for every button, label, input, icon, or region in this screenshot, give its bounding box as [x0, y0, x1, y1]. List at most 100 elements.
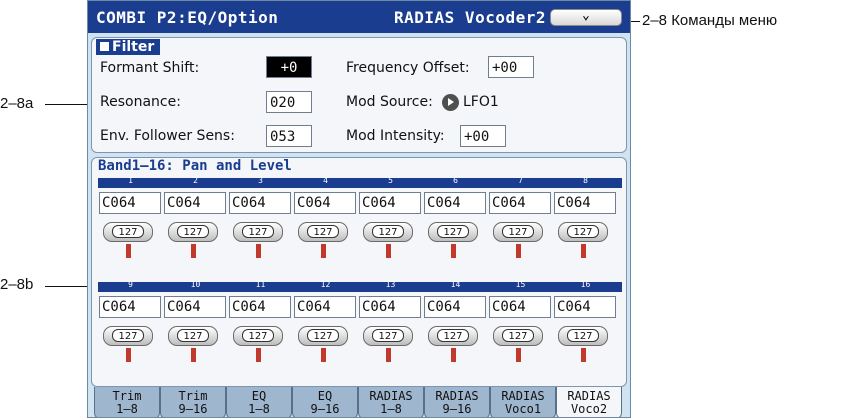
formant-shift-field[interactable]: +0	[266, 56, 312, 78]
band-level-meter	[126, 348, 131, 362]
band-number: 10	[190, 280, 201, 289]
program-name: RADIAS Vocoder2	[394, 8, 546, 27]
band-cell-4: C064 127	[293, 192, 358, 282]
band-level-value: 127	[437, 225, 469, 238]
resonance-label: Resonance:	[100, 94, 181, 110]
band-pan-field[interactable]: C064	[229, 296, 291, 318]
mod-source-popup-icon[interactable]	[442, 94, 459, 111]
band-level-value: 127	[112, 329, 144, 342]
band-cell-3: C064 127	[228, 192, 293, 282]
env-follower-field[interactable]: 053	[266, 125, 312, 147]
tab-trim-1-8[interactable]: Trim 1–8	[94, 387, 160, 417]
synth-screen: COMBI P2:EQ/Option RADIAS Vocoder2 ⌄ Fil…	[87, 0, 631, 418]
band-level-knob[interactable]: 127	[428, 222, 478, 242]
band-pan-field[interactable]: C064	[359, 192, 421, 214]
band-level-meter	[256, 244, 261, 258]
title-bar: COMBI P2:EQ/Option RADIAS Vocoder2 ⌄	[88, 1, 630, 33]
band-level-knob[interactable]: 127	[298, 222, 348, 242]
band-level-meter	[191, 348, 196, 362]
tab-radias-1-8[interactable]: RADIAS 1–8	[358, 387, 424, 417]
tab-radias-voco2[interactable]: RADIAS Voco2	[556, 387, 622, 417]
filter-panel: Filter Formant Shift: +0 Resonance: 020 …	[91, 37, 627, 153]
band-number: 7	[518, 176, 523, 185]
band-pan-field[interactable]: C064	[489, 192, 551, 214]
band-pan-field[interactable]: C064	[554, 296, 616, 318]
band-level-knob[interactable]: 127	[493, 222, 543, 242]
band-level-meter	[256, 348, 261, 362]
band-number: 8	[583, 176, 588, 185]
band-level-knob[interactable]: 127	[493, 326, 543, 346]
band-number: 13	[385, 280, 396, 289]
band-number: 4	[323, 176, 328, 185]
band-panel-title: Band1–16: Pan and Level	[98, 158, 292, 174]
band-number: 15	[515, 280, 526, 289]
band-pan-field[interactable]: C064	[359, 296, 421, 318]
band-cell-1: C064 127	[98, 192, 163, 282]
band-pan-field[interactable]: C064	[489, 296, 551, 318]
band-level-knob[interactable]: 127	[233, 326, 283, 346]
resonance-field[interactable]: 020	[266, 91, 312, 113]
band-level-meter	[516, 244, 521, 258]
mod-intensity-field[interactable]: +00	[460, 125, 506, 147]
tab-radias-9-16[interactable]: RADIAS 9–16	[424, 387, 490, 417]
band-cell-9: C064 127	[98, 296, 163, 386]
band-level-knob[interactable]: 127	[233, 222, 283, 242]
band-level-value: 127	[372, 225, 404, 238]
band-level-value: 127	[502, 329, 534, 342]
band-level-knob[interactable]: 127	[428, 326, 478, 346]
band-cell-15: C064 127	[488, 296, 553, 386]
band-level-knob[interactable]: 127	[103, 222, 153, 242]
band-level-meter	[451, 348, 456, 362]
frequency-offset-label: Frequency Offset:	[346, 60, 470, 76]
band-cell-16: C064 127	[553, 296, 618, 386]
tab-trim-9-16[interactable]: Trim 9–16	[160, 387, 226, 417]
band-level-knob[interactable]: 127	[558, 326, 608, 346]
frequency-offset-field[interactable]: +00	[488, 56, 534, 78]
band-level-meter	[581, 244, 586, 258]
band-pan-field[interactable]: C064	[229, 192, 291, 214]
filter-panel-title: Filter	[96, 39, 161, 55]
band-level-knob[interactable]: 127	[168, 326, 218, 346]
band-cell-2: C064 127	[163, 192, 228, 282]
band-level-value: 127	[242, 329, 274, 342]
mod-source-value[interactable]: LFO1	[463, 94, 499, 110]
band-level-meter	[386, 348, 391, 362]
band-pan-field[interactable]: C064	[99, 296, 161, 318]
band-number: 5	[388, 176, 393, 185]
env-follower-label: Env. Follower Sens:	[100, 128, 235, 144]
band-pan-field[interactable]: C064	[424, 296, 486, 318]
band-level-value: 127	[567, 329, 599, 342]
band-pan-field[interactable]: C064	[294, 192, 356, 214]
mod-source-label: Mod Source:	[346, 94, 433, 110]
band-pan-field[interactable]: C064	[554, 192, 616, 214]
band-pan-field[interactable]: C064	[424, 192, 486, 214]
band-level-knob[interactable]: 127	[363, 326, 413, 346]
band-pan-field[interactable]: C064	[164, 192, 226, 214]
band-level-knob[interactable]: 127	[103, 326, 153, 346]
annotation-menu-commands: 2–8 Команды меню	[642, 12, 778, 29]
band-cell-11: C064 127	[228, 296, 293, 386]
band-header-row-1: 1 2 3 4 5 6 7 8	[98, 176, 622, 188]
band-cell-10: C064 127	[163, 296, 228, 386]
tab-radias-voco1[interactable]: RADIAS Voco1	[490, 387, 556, 417]
band-level-value: 127	[567, 225, 599, 238]
band-pan-field[interactable]: C064	[164, 296, 226, 318]
band-level-knob[interactable]: 127	[298, 326, 348, 346]
band-level-value: 127	[112, 225, 144, 238]
band-level-value: 127	[372, 329, 404, 342]
formant-shift-label: Formant Shift:	[100, 60, 200, 76]
band-cell-7: C064 127	[488, 192, 553, 282]
page-menu-button[interactable]: ⌄	[550, 8, 622, 26]
page-title: COMBI P2:EQ/Option	[96, 8, 279, 27]
band-level-knob[interactable]: 127	[363, 222, 413, 242]
tab-eq-1-8[interactable]: EQ 1–8	[226, 387, 292, 417]
band-level-value: 127	[307, 225, 339, 238]
band-level-knob[interactable]: 127	[558, 222, 608, 242]
band-level-meter	[386, 244, 391, 258]
band-pan-field[interactable]: C064	[294, 296, 356, 318]
page-tabs: Trim 1–8 Trim 9–16 EQ 1–8 EQ 9–16 RADIAS 1–8 …	[88, 387, 630, 417]
band-number: 12	[320, 280, 331, 289]
tab-eq-9-16[interactable]: EQ 9–16	[292, 387, 358, 417]
band-pan-field[interactable]: C064	[99, 192, 161, 214]
band-level-knob[interactable]: 127	[168, 222, 218, 242]
